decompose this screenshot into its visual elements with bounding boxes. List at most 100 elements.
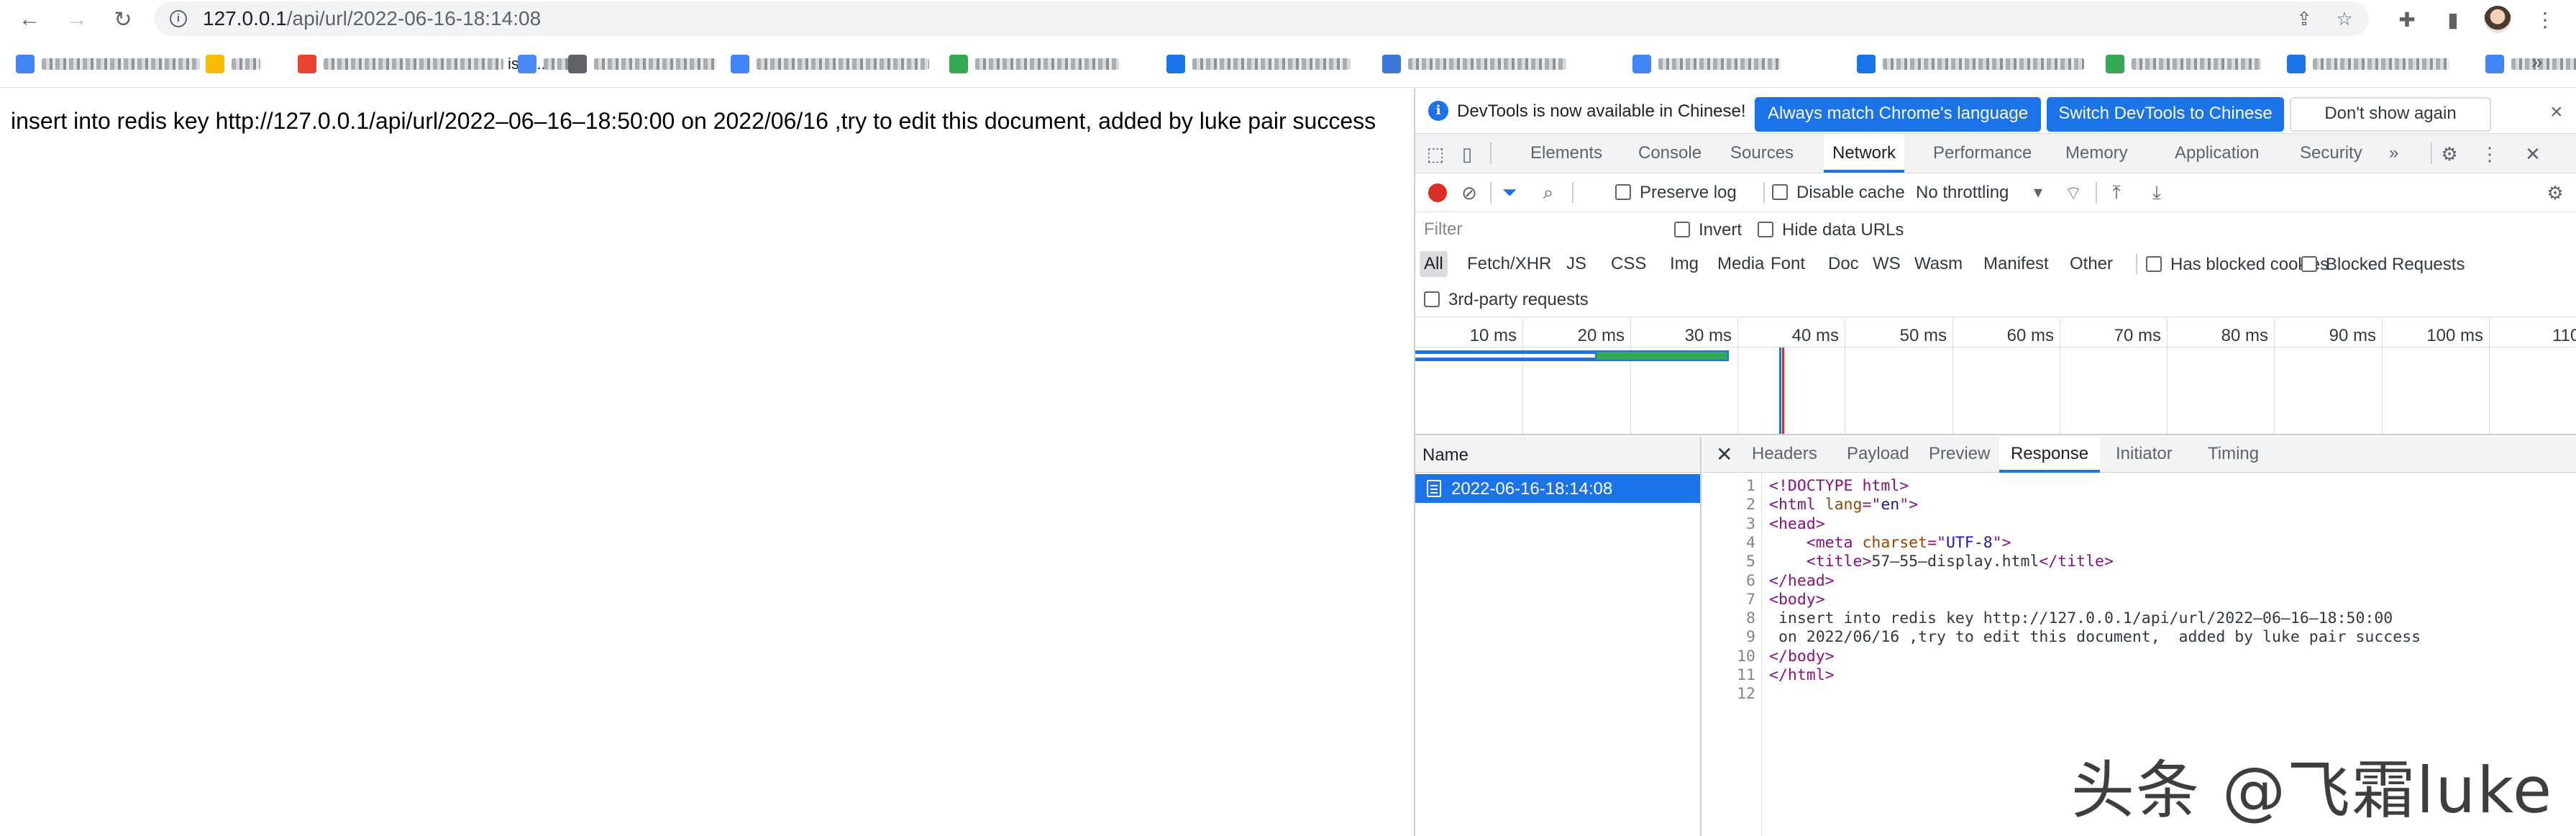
request-list-header[interactable]: Name (1415, 437, 1700, 473)
bookmark-item[interactable] (2106, 53, 2261, 75)
bookmark-item[interactable] (2485, 53, 2576, 75)
code-token: UTF-8 (1945, 533, 1993, 552)
share-icon[interactable]: ⇪ (2290, 4, 2319, 33)
bookmarks-overflow-icon[interactable]: » (2531, 50, 2543, 73)
device-toolbar-icon[interactable]: ▯ (1454, 141, 1480, 167)
type-filter-wasm[interactable]: Wasm (1910, 251, 1967, 277)
type-filter-fetch-xhr[interactable]: Fetch/XHR (1463, 251, 1556, 277)
inspect-element-icon[interactable]: ⬚ (1422, 141, 1448, 167)
disable-cache-label: Disable cache (1796, 183, 1905, 202)
code-token: 57–55–display.html (1871, 553, 2040, 571)
bookmark-item[interactable] (2287, 53, 2449, 75)
detail-tab-headers[interactable]: Headers (1752, 437, 1817, 473)
clear-icon[interactable]: ⊘ (1457, 181, 1481, 205)
close-detail-icon[interactable]: ✕ (1716, 442, 1732, 466)
address-bar[interactable]: i 127.0.0.1/api/url/2022-06-16-18:14:08 … (154, 1, 2369, 36)
detail-tab-initiator[interactable]: Initiator (2116, 437, 2173, 473)
extensions-icon[interactable]: ✚ (2392, 4, 2422, 35)
tab-console[interactable]: Console (1638, 134, 1702, 173)
bookmark-favicon-icon (2287, 55, 2306, 73)
bookmark-item[interactable] (518, 53, 572, 75)
disable-cache-checkbox[interactable] (1772, 184, 1788, 200)
bookmark-item[interactable] (1857, 53, 2084, 75)
timeline-tick-label: 80 ms (2221, 326, 2268, 345)
menu-icon[interactable]: ⋮ (2530, 4, 2560, 35)
settings-gear-icon[interactable]: ⚙ (2436, 141, 2462, 167)
bookmark-item[interactable] (568, 53, 716, 75)
tab-elements[interactable]: Elements (1530, 134, 1602, 173)
third-party-checkbox[interactable] (1424, 291, 1440, 307)
blocked-requests-checkbox[interactable] (2301, 256, 2317, 272)
resource-type-filter-bar: All Fetch/XHR JS CSS Img Media Font Doc WS Wasm Ma… (1415, 247, 2576, 281)
bookmark-favicon-icon (1632, 55, 1651, 73)
code-token: <body> (1769, 590, 1825, 609)
bookmark-item[interactable] (731, 53, 929, 75)
forward-button[interactable]: → (62, 4, 92, 35)
record-button[interactable] (1428, 183, 1447, 202)
close-devtools-icon[interactable]: ✕ (2520, 141, 2546, 167)
third-party-label: 3rd-party requests (1448, 290, 1589, 309)
switch-to-chinese-button[interactable]: Switch DevTools to Chinese (2047, 97, 2284, 132)
close-icon[interactable]: × (2550, 100, 2563, 124)
url-path: /api/url/2022-06-16-18:14:08 (286, 7, 542, 29)
type-filter-manifest[interactable]: Manifest (1979, 251, 2053, 277)
site-info-icon[interactable]: i (170, 10, 187, 27)
star-icon[interactable]: ☆ (2330, 4, 2359, 33)
invert-checkbox[interactable] (1674, 222, 1690, 237)
type-filter-doc[interactable]: Doc (1824, 251, 1863, 277)
search-icon[interactable]: ⌕ (1536, 181, 1561, 205)
type-filter-all[interactable]: All (1420, 251, 1448, 277)
tab-sources[interactable]: Sources (1730, 134, 1794, 173)
type-filter-font[interactable]: Font (1766, 251, 1809, 277)
back-button[interactable]: ← (14, 4, 45, 35)
hide-data-urls-checkbox[interactable] (1758, 222, 1773, 237)
filter-input[interactable] (1418, 215, 1655, 244)
url-text[interactable]: 127.0.0.1/api/url/2022-06-16-18:14:08 (203, 7, 541, 30)
tab-application[interactable]: Application (2175, 134, 2259, 173)
tab-security[interactable]: Security (2300, 134, 2362, 173)
bookmark-label-blurred (594, 58, 716, 70)
network-conditions-icon[interactable]: ⌔ (2061, 181, 2086, 205)
always-match-language-button[interactable]: Always match Chrome's language (1755, 97, 2041, 132)
side-panel-icon[interactable]: ▮ (2438, 4, 2468, 35)
tab-performance[interactable]: Performance (1933, 134, 2032, 173)
request-row[interactable]: 2022-06-16-18:14:08 (1415, 474, 1700, 503)
type-filter-img[interactable]: Img (1666, 251, 1703, 277)
bookmark-item[interactable] (1382, 53, 1566, 75)
page-body-text: insert into redis key http://127.0.0.1/a… (11, 108, 1376, 134)
type-filter-css[interactable]: CSS (1607, 251, 1650, 277)
bookmark-item[interactable] (1166, 53, 1351, 75)
type-filter-js[interactable]: JS (1562, 251, 1591, 277)
detail-tab-response[interactable]: Response (1999, 437, 2101, 473)
type-filter-media[interactable]: Media (1713, 251, 1768, 277)
bookmark-item[interactable]: is a... (298, 53, 546, 75)
bookmark-label-blurred (232, 58, 260, 70)
has-blocked-cookies-checkbox[interactable] (2146, 256, 2162, 272)
bookmark-item[interactable] (949, 53, 1119, 75)
code-token: <title> (1806, 553, 1872, 571)
bookmark-label-blurred (975, 58, 1119, 70)
bookmark-item[interactable] (206, 53, 260, 75)
import-har-icon[interactable]: ⤒ (2104, 181, 2129, 205)
bookmark-item[interactable] (1632, 53, 1781, 75)
network-settings-icon[interactable]: ⚙ (2543, 181, 2567, 205)
customize-menu-icon[interactable]: ⋮ (2477, 141, 2503, 167)
preserve-log-checkbox[interactable] (1615, 184, 1631, 200)
more-tabs-icon[interactable]: » (2389, 134, 2398, 173)
detail-tab-preview[interactable]: Preview (1929, 437, 1990, 473)
type-filter-ws[interactable]: WS (1868, 251, 1905, 277)
throttling-select[interactable]: No throttling (1916, 183, 2009, 203)
tab-network[interactable]: Network (1824, 134, 1905, 173)
detail-tab-payload[interactable]: Payload (1847, 437, 1909, 473)
reload-button[interactable]: ↻ (108, 4, 138, 35)
tab-memory[interactable]: Memory (2065, 134, 2128, 173)
chevron-down-icon[interactable]: ▾ (2034, 182, 2042, 203)
type-filter-other[interactable]: Other (2065, 251, 2117, 277)
info-icon: i (1428, 101, 1448, 121)
detail-tab-timing[interactable]: Timing (2208, 437, 2259, 473)
avatar[interactable] (2484, 6, 2511, 33)
dont-show-again-button[interactable]: Don't show again (2290, 97, 2491, 132)
bookmark-item[interactable] (16, 53, 200, 75)
filter-icon[interactable]: ⏷ (1497, 181, 1522, 205)
export-har-icon[interactable]: ⤓ (2145, 181, 2169, 205)
